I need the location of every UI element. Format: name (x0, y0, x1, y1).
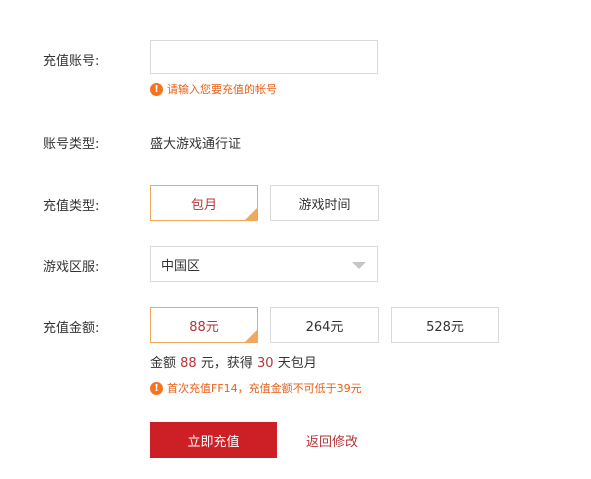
amount-summary: 金额 88 元，获得 30 天包月 (150, 352, 317, 371)
selected-corner-icon (245, 330, 257, 342)
account-hint-text: 请输入您要充值的帐号 (167, 83, 277, 96)
server-select-value: 中国区 (161, 258, 201, 274)
server-select[interactable]: 中国区 (150, 246, 378, 282)
recharge-type-option-monthly[interactable]: 包月 (150, 185, 258, 221)
summary-amount: 88 (180, 356, 197, 371)
account-type-value: 盛大游戏通行证 (150, 137, 242, 152)
server-label: 游戏区服: (43, 260, 100, 275)
amount-option-264[interactable]: 264元 (270, 307, 379, 343)
account-input[interactable] (150, 40, 378, 74)
account-hint: ! 请输入您要充值的帐号 (150, 81, 277, 97)
summary-middle: 元，获得 (200, 356, 253, 371)
recharge-type-option-gametime[interactable]: 游戏时间 (270, 185, 379, 221)
amount-option-label: 264元 (305, 319, 344, 335)
amount-option-label: 528元 (426, 319, 464, 335)
amount-option-label: 88元 (189, 319, 219, 335)
amount-option-88[interactable]: 88元 (150, 307, 258, 343)
summary-prefix: 金额 (150, 356, 177, 371)
summary-suffix: 天包月 (277, 356, 317, 371)
submit-button[interactable]: 立即充值 (150, 422, 277, 458)
warning-icon: ! (150, 381, 163, 395)
summary-days: 30 (257, 356, 274, 371)
selected-corner-icon (245, 208, 257, 220)
account-label: 充值账号: (43, 54, 100, 69)
recharge-type-option-label: 包月 (190, 197, 217, 213)
amount-option-528[interactable]: 528元 (391, 307, 499, 343)
account-type-label: 账号类型: (43, 137, 100, 152)
warning-icon: ! (150, 82, 163, 96)
recharge-type-option-label: 游戏时间 (298, 197, 351, 213)
amount-hint-text: 首次充值FF14，充值金额不可低于39元 (167, 382, 362, 395)
amount-hint: ! 首次充值FF14，充值金额不可低于39元 (150, 380, 362, 396)
amount-label: 充值金额: (43, 321, 100, 336)
back-link[interactable]: 返回修改 (306, 431, 358, 450)
recharge-type-label: 充值类型: (43, 199, 100, 214)
chevron-down-icon (352, 262, 366, 269)
